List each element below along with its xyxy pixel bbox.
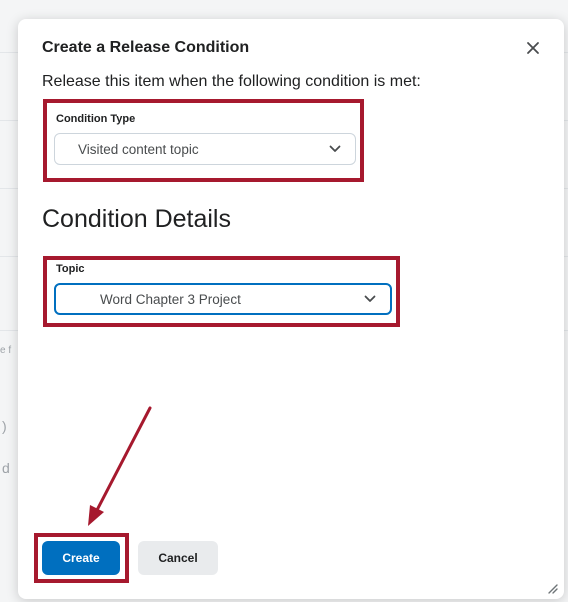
dialog-title: Create a Release Condition [42, 39, 250, 56]
create-button[interactable]: Create [42, 541, 120, 575]
background-text-fragment: e f [0, 345, 12, 356]
instruction-text: Release this item when the following con… [42, 73, 421, 90]
background-text-fragment: ) [2, 418, 7, 434]
topic-select[interactable]: Word Chapter 3 Project [54, 283, 392, 315]
close-icon [527, 42, 539, 54]
release-condition-dialog: Create a Release Condition Release this … [18, 19, 564, 599]
chevron-down-icon [329, 145, 343, 153]
condition-type-label: Condition Type [56, 113, 136, 125]
topic-label: Topic [56, 263, 85, 275]
condition-details-heading: Condition Details [42, 205, 231, 233]
condition-type-value: Visited content topic [78, 141, 199, 157]
condition-type-select[interactable]: Visited content topic [54, 133, 356, 165]
cancel-button[interactable]: Cancel [138, 541, 218, 575]
resize-grip-icon[interactable] [546, 581, 558, 594]
topic-value: Word Chapter 3 Project [100, 291, 241, 307]
background-text-fragment: d [2, 460, 10, 476]
chevron-down-icon [364, 295, 378, 303]
close-button[interactable] [524, 39, 542, 57]
